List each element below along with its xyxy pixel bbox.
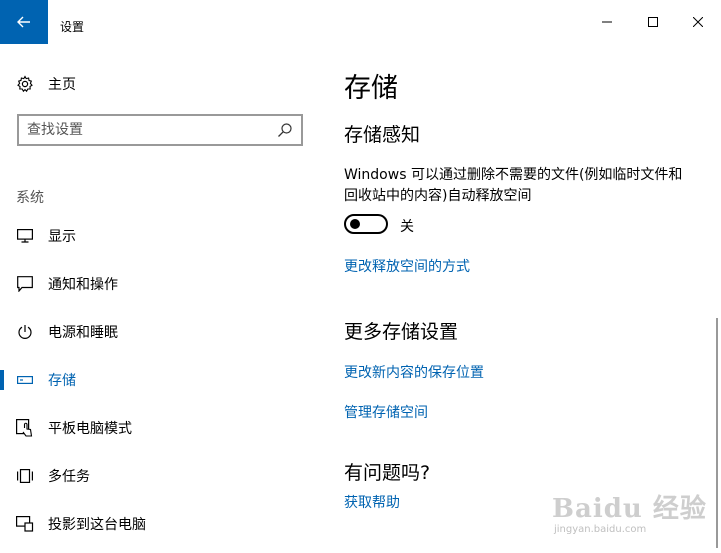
manage-storage-spaces-link[interactable]: 管理存储空间 bbox=[344, 402, 428, 422]
sidebar-item-display[interactable]: 显示 bbox=[0, 216, 330, 256]
sidebar: 主页 系统 显示 通知和操作 电源和睡眠 存储 bbox=[0, 44, 330, 553]
active-indicator bbox=[0, 370, 4, 390]
sidebar-item-notifications[interactable]: 通知和操作 bbox=[0, 264, 330, 304]
gear-icon bbox=[17, 75, 33, 93]
home-label: 主页 bbox=[48, 77, 76, 93]
change-save-location-link[interactable]: 更改新内容的保存位置 bbox=[344, 362, 484, 382]
change-free-space-link[interactable]: 更改释放空间的方式 bbox=[344, 256, 470, 276]
sidebar-item-label: 电源和睡眠 bbox=[48, 325, 118, 341]
power-icon bbox=[16, 323, 34, 341]
home-link[interactable]: 主页 bbox=[16, 74, 76, 94]
watermark-url: jingyan.baidu.com bbox=[554, 524, 647, 535]
sidebar-item-tablet-mode[interactable]: 平板电脑模式 bbox=[0, 408, 330, 448]
get-help-link[interactable]: 获取帮助 bbox=[344, 492, 400, 512]
minimize-icon bbox=[602, 21, 612, 23]
search-box[interactable] bbox=[17, 114, 303, 146]
close-icon bbox=[693, 17, 703, 27]
maximize-button[interactable] bbox=[630, 0, 676, 44]
tablet-mode-icon bbox=[16, 419, 34, 437]
toggle-knob bbox=[350, 219, 360, 229]
window-title: 设置 bbox=[60, 20, 85, 34]
project-icon bbox=[16, 515, 34, 533]
section-label-system: 系统 bbox=[16, 190, 44, 206]
watermark: Baidu 经验 jingyan.baidu.com bbox=[552, 488, 712, 546]
notification-icon bbox=[16, 275, 34, 293]
sidebar-item-label: 存储 bbox=[48, 373, 76, 389]
monitor-icon bbox=[16, 227, 34, 245]
back-arrow-icon bbox=[17, 16, 30, 28]
sidebar-item-project[interactable]: 投影到这台电脑 bbox=[0, 504, 330, 544]
storage-icon bbox=[16, 371, 34, 389]
sidebar-item-label: 显示 bbox=[48, 229, 76, 245]
sidebar-item-label: 平板电脑模式 bbox=[48, 421, 132, 437]
sidebar-item-multitasking[interactable]: 多任务 bbox=[0, 456, 330, 496]
sidebar-item-label: 通知和操作 bbox=[48, 277, 118, 293]
sidebar-item-label: 投影到这台电脑 bbox=[48, 517, 146, 533]
toggle-state-label: 关 bbox=[400, 219, 414, 235]
storage-sense-heading: 存储感知 bbox=[344, 124, 421, 146]
more-storage-settings-heading: 更多存储设置 bbox=[344, 321, 459, 343]
title-bar: 设置 bbox=[0, 0, 721, 44]
help-heading: 有问题吗? bbox=[344, 462, 431, 484]
storage-sense-toggle[interactable] bbox=[344, 214, 388, 234]
search-input[interactable] bbox=[27, 116, 267, 144]
search-icon[interactable] bbox=[277, 122, 293, 138]
sidebar-item-label: 多任务 bbox=[48, 469, 90, 485]
back-button[interactable] bbox=[0, 0, 48, 44]
scrollbar[interactable] bbox=[716, 318, 718, 548]
maximize-icon bbox=[648, 17, 658, 27]
close-button[interactable] bbox=[675, 0, 721, 44]
minimize-button[interactable] bbox=[584, 0, 630, 44]
multitasking-icon bbox=[16, 467, 34, 485]
watermark-logo: Baidu 经验 bbox=[552, 494, 707, 524]
storage-sense-description: Windows 可以通过删除不需要的文件(例如临时文件和回收站中的内容)自动释放… bbox=[344, 167, 683, 204]
sidebar-item-power[interactable]: 电源和睡眠 bbox=[0, 312, 330, 352]
sidebar-item-storage[interactable]: 存储 bbox=[0, 360, 330, 400]
page-title: 存储 bbox=[344, 73, 398, 104]
